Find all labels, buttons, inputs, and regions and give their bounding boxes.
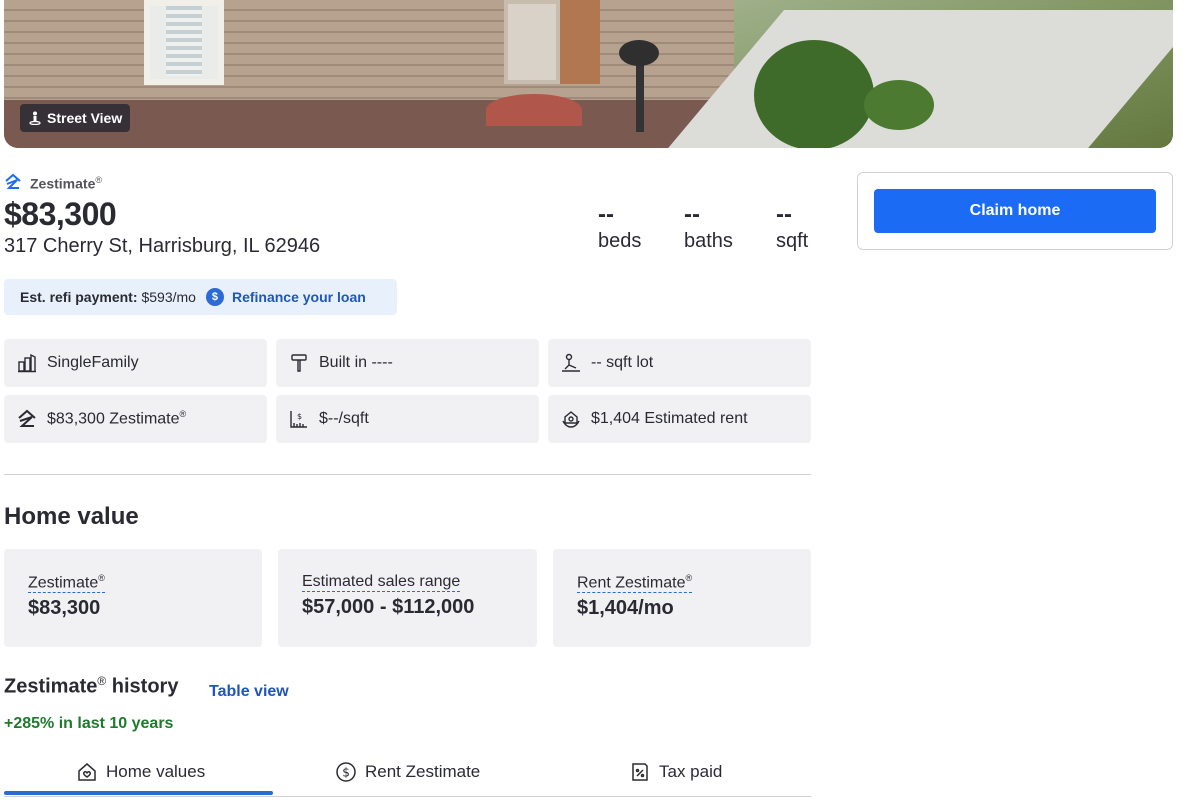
shrub [754,40,874,148]
stat-beds: -- beds [598,200,641,253]
dollar-circle-icon: $ [205,288,224,306]
street-view-label: Street View [47,110,123,126]
fact-lot-size: -- sqft lot [548,339,811,387]
street-view-button[interactable]: Street View [20,104,131,132]
street-view-person-icon [28,111,42,126]
fact-year-built: Built in ---- [276,339,539,387]
claim-home-button[interactable]: Claim home [874,189,1156,233]
shrub [864,80,934,130]
stat-label: baths [684,230,733,252]
zestimate-history-heading: Zestimate® history [4,674,179,698]
fact-text: $1,404 Estimated rent [591,410,748,427]
stat-sqft: -- sqft [776,200,808,253]
zestimate-header: Zestimate® [4,173,102,194]
hammer-icon [289,353,309,373]
tab-rent-zestimate[interactable]: $ Rent Zestimate [335,748,480,796]
history-tabs: Home values $ Rent Zestimate Tax paid [4,748,811,797]
stat-value: -- [684,201,700,228]
zillow-logo-icon [4,173,22,194]
zestimate-card-title[interactable]: Zestimate® [28,573,105,594]
refinance-link[interactable]: Refinance your loan [232,289,366,305]
refi-banner: Est. refi payment: $593/mo $ Refinance y… [4,279,397,315]
stat-baths: -- baths [684,200,733,253]
street-view-photo[interactable] [4,0,1173,148]
tab-home-values[interactable]: Home values [76,748,205,796]
tab-label: Tax paid [659,762,723,781]
tab-tax-paid[interactable]: Tax paid [629,748,722,796]
refi-label: Est. refi payment: [20,289,138,305]
dollar-circle-icon: $ [335,761,357,783]
stat-value: -- [598,201,614,228]
fact-text: SingleFamily [47,354,139,371]
registered-mark: ® [179,409,187,420]
house-door-wood [560,0,600,84]
home-value-heading: Home value [4,503,139,530]
stat-label: sqft [776,230,809,252]
fact-estimated-rent: $1,404 Estimated rent [548,395,811,443]
zillow-logo-icon [17,409,37,429]
lot-icon [561,353,581,373]
tab-label: Home values [106,762,206,781]
stat-label: beds [598,230,642,252]
fact-text: $83,300 Zestimate [47,410,180,428]
zestimate-card-value: $83,300 [28,597,101,620]
price-per-sqft-icon: $ [289,409,309,429]
home-heart-icon [76,761,98,783]
rent-hand-icon [561,409,581,429]
grill [619,40,659,66]
house-door [504,0,560,84]
fact-price-per-sqft: $ $--/sqft [276,395,539,443]
fact-zestimate: $83,300 Zestimate® [4,395,267,443]
svg-text:$: $ [297,412,302,421]
growth-indicator: +285% in last 10 years [4,715,174,732]
tax-document-icon [629,761,651,783]
fact-home-type: SingleFamily [4,339,267,387]
refi-value: $593/mo [141,289,196,305]
rent-zestimate-card-value: $1,404/mo [577,597,674,620]
claim-home-panel: Claim home [857,172,1173,250]
svg-text:$: $ [342,766,350,780]
house-window [144,0,224,85]
building-icon [17,353,37,373]
fact-text: -- sqft lot [591,354,654,371]
tab-label: Rent Zestimate [365,762,481,781]
active-tab-indicator [4,791,273,795]
fact-text: Built in ---- [319,354,393,371]
porch-step [486,94,582,126]
sales-range-card-title[interactable]: Estimated sales range [302,573,461,592]
registered-mark: ® [95,175,102,186]
fact-text: $--/sqft [319,410,369,427]
grill-stand [636,60,644,132]
zestimate-card: Zestimate® $83,300 [4,549,262,647]
stat-value: -- [776,201,792,228]
table-view-link[interactable]: Table view [209,683,289,701]
section-divider [4,474,811,475]
rent-zestimate-card-title[interactable]: Rent Zestimate® [577,573,693,594]
sales-range-card: Estimated sales range $57,000 - $112,000 [278,549,537,647]
rent-zestimate-card: Rent Zestimate® $1,404/mo [553,549,811,647]
home-price: $83,300 [4,196,117,232]
zestimate-label: Zestimate [30,175,96,192]
sales-range-card-value: $57,000 - $112,000 [302,596,475,618]
home-address: 317 Cherry St, Harrisburg, IL 62946 [4,235,321,257]
